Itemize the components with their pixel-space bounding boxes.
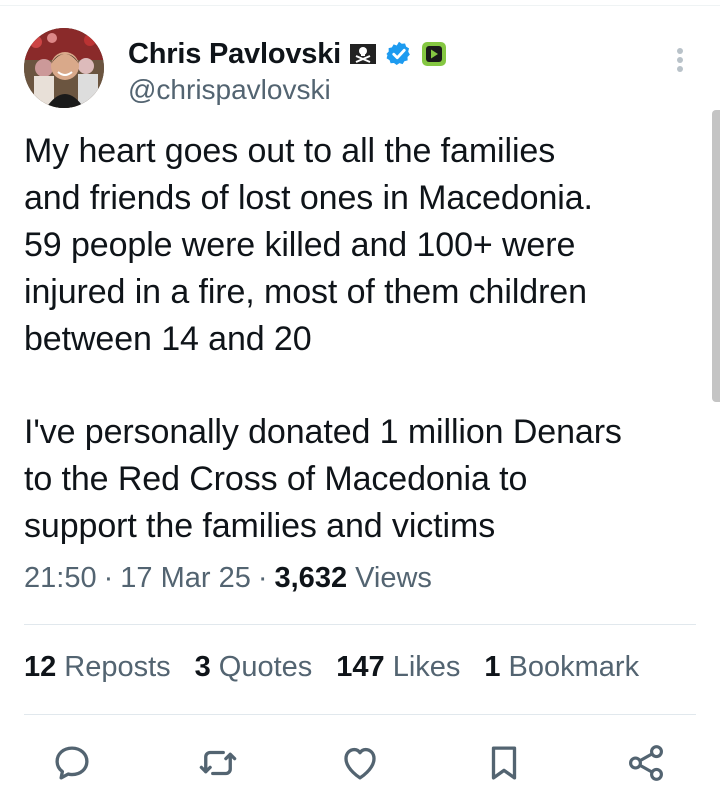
likes-count: 147 [336, 651, 385, 683]
name-row: Chris Pavlovski [128, 36, 447, 72]
tweet-date[interactable]: 17 Mar 25 [120, 562, 251, 595]
reposts-label: Reposts [64, 651, 171, 683]
reposts-count: 12 [24, 651, 57, 683]
separator-dot: · [257, 562, 268, 594]
tweet-meta: 21:50 · 17 Mar 25 · 3,632 Views [24, 562, 432, 595]
avatar[interactable] [24, 28, 104, 108]
bookmarks-count: 1 [484, 651, 501, 683]
views-label: Views [355, 562, 432, 594]
quotes-stat[interactable]: 3 Quotes [195, 651, 313, 684]
views-count: 3,632 [274, 562, 348, 594]
quotes-label: Quotes [218, 651, 313, 683]
share-icon[interactable] [622, 735, 670, 791]
bookmarks-stat[interactable]: 1 Bookmark [484, 651, 639, 684]
reply-icon[interactable] [48, 735, 96, 791]
rumble-icon[interactable] [421, 41, 447, 67]
tweet-page: Chris Pavlovski @chrispavlovski My heart… [0, 0, 720, 804]
quotes-count: 3 [194, 651, 211, 683]
like-icon[interactable] [336, 735, 384, 791]
tweet-paragraph-1: My heart goes out to all the families an… [24, 132, 593, 358]
more-options-icon[interactable] [672, 48, 688, 78]
scrollbar[interactable] [712, 110, 720, 402]
likes-label: Likes [392, 651, 461, 683]
engagement-stats: 12 Reposts 3 Quotes 147 Likes 1 Bookmark [24, 651, 663, 684]
bookmarks-label: Bookmark [508, 651, 640, 683]
repost-icon[interactable] [194, 735, 242, 791]
display-name[interactable]: Chris Pavlovski [128, 38, 341, 71]
author-names: Chris Pavlovski @chrispavlovski [128, 36, 447, 106]
bookmark-icon[interactable] [480, 735, 528, 791]
pirate-flag-icon [349, 43, 377, 65]
reposts-stat[interactable]: 12 Reposts [24, 651, 171, 684]
separator-dot: · [103, 562, 114, 594]
action-bar [0, 735, 720, 791]
divider [24, 624, 696, 625]
divider [24, 714, 696, 715]
tweet-header: Chris Pavlovski @chrispavlovski [24, 28, 447, 108]
likes-stat[interactable]: 147 Likes [336, 651, 460, 684]
tweet-paragraph-2: I've personally donated 1 million Denars… [24, 413, 622, 545]
author-handle[interactable]: @chrispavlovski [128, 74, 447, 106]
tweet-time[interactable]: 21:50 [24, 562, 97, 595]
top-divider [0, 5, 720, 6]
verified-icon[interactable] [385, 40, 413, 68]
